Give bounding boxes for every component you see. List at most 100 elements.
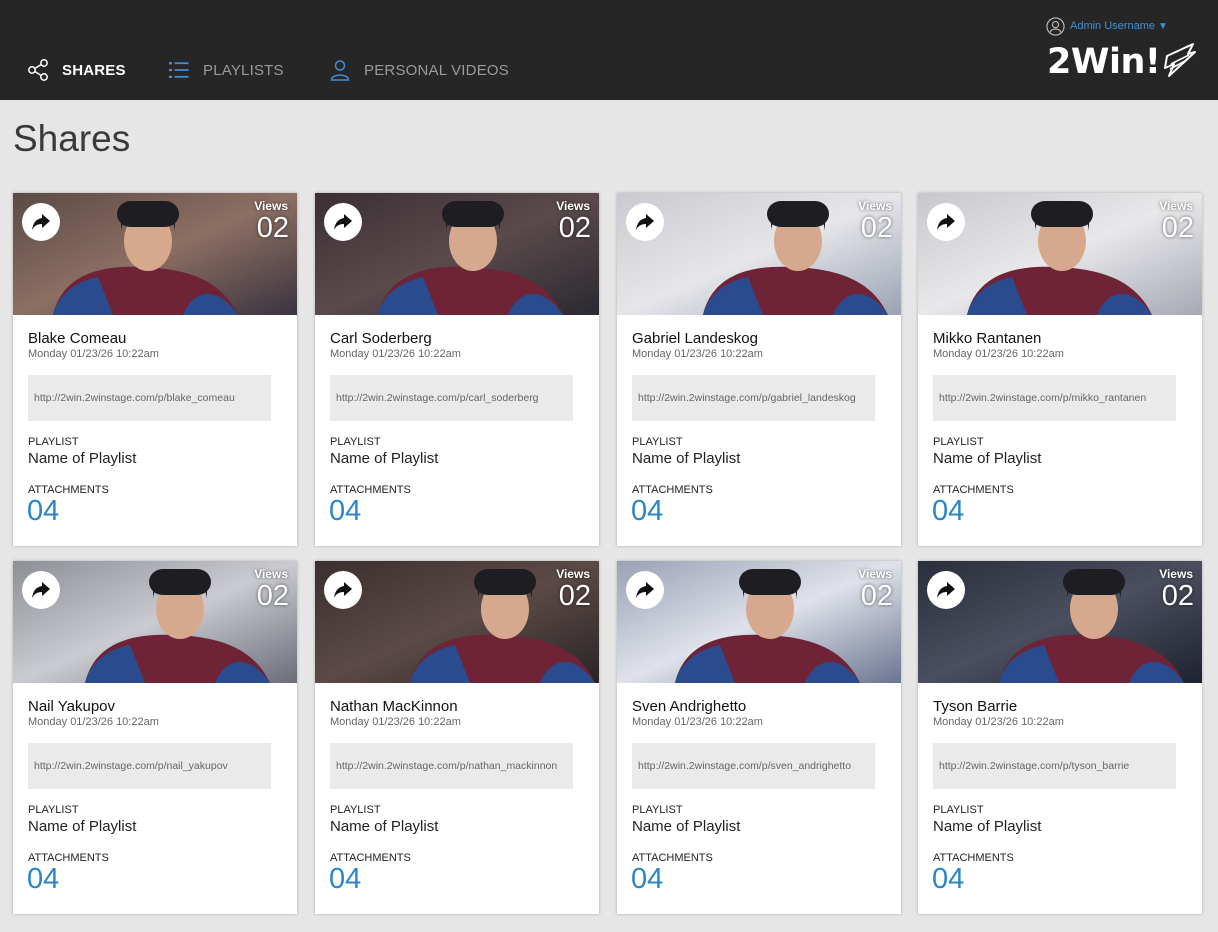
playlist-name[interactable]: Name of Playlist <box>933 450 1041 467</box>
share-url-field[interactable]: http://2win.2winstage.com/p/mikko_rantan… <box>933 375 1176 421</box>
share-arrow-icon <box>334 214 352 230</box>
share-url-field[interactable]: http://2win.2winstage.com/p/blake_comeau <box>28 375 271 421</box>
views-label: Views <box>556 567 590 581</box>
share-arrow-icon <box>937 214 955 230</box>
share-date: Monday 01/23/26 10:22am <box>330 348 461 360</box>
attachments-count[interactable]: 04 <box>27 495 59 528</box>
playlist-label: PLAYLIST <box>330 436 381 448</box>
share-card: Views 02 Mikko Rantanen Monday 01/23/26 … <box>918 193 1202 546</box>
share-button[interactable] <box>626 203 664 241</box>
attachments-count[interactable]: 04 <box>631 495 663 528</box>
nav-personal-videos[interactable]: PERSONAL VIDEOS <box>328 58 509 82</box>
top-navigation-bar: SHARES PLAYLISTS PERSONAL VIDEOS Admin U… <box>0 0 1218 100</box>
views-label: Views <box>858 199 892 213</box>
attachments-count[interactable]: 04 <box>329 863 361 896</box>
share-arrow-icon <box>636 582 654 598</box>
player-name: Nail Yakupov <box>28 698 115 715</box>
share-date: Monday 01/23/26 10:22am <box>933 348 1064 360</box>
user-icon <box>330 60 350 81</box>
views-label: Views <box>858 567 892 581</box>
playlist-name[interactable]: Name of Playlist <box>330 450 438 467</box>
player-name: Mikko Rantanen <box>933 330 1042 347</box>
share-date: Monday 01/23/26 10:22am <box>933 716 1064 728</box>
playlist-label: PLAYLIST <box>28 804 79 816</box>
chevron-down-icon: ▼ <box>1157 20 1168 32</box>
views-count: 02 <box>256 580 289 612</box>
share-url-field[interactable]: http://2win.2winstage.com/p/nathan_macki… <box>330 743 573 789</box>
share-arrow-icon <box>334 582 352 598</box>
nav-playlists-label: PLAYLISTS <box>203 61 284 79</box>
video-thumbnail[interactable]: Views 02 <box>617 561 901 683</box>
share-card: Views 02 Nathan MacKinnon Monday 01/23/2… <box>315 561 599 914</box>
user-menu[interactable]: Admin Username ▼ <box>1046 16 1168 36</box>
playlist-name[interactable]: Name of Playlist <box>933 818 1041 835</box>
playlist-name[interactable]: Name of Playlist <box>632 450 740 467</box>
views-count: 02 <box>256 212 289 244</box>
share-date: Monday 01/23/26 10:22am <box>632 348 763 360</box>
share-card: Views 02 Carl Soderberg Monday 01/23/26 … <box>315 193 599 546</box>
playlist-label: PLAYLIST <box>330 804 381 816</box>
share-icon <box>28 59 48 81</box>
video-thumbnail[interactable]: Views 02 <box>918 561 1202 683</box>
video-thumbnail[interactable]: Views 02 <box>13 193 297 315</box>
share-arrow-icon <box>32 582 50 598</box>
share-button[interactable] <box>324 571 362 609</box>
share-card: Views 02 Blake Comeau Monday 01/23/26 10… <box>13 193 297 546</box>
list-icon <box>169 62 189 78</box>
video-thumbnail[interactable]: Views 02 <box>918 193 1202 315</box>
playlist-label: PLAYLIST <box>632 436 683 448</box>
views-count: 02 <box>558 580 591 612</box>
nav-shares-label: SHARES <box>62 61 126 79</box>
share-button[interactable] <box>22 571 60 609</box>
share-date: Monday 01/23/26 10:22am <box>28 716 159 728</box>
share-button[interactable] <box>626 571 664 609</box>
playlist-label: PLAYLIST <box>28 436 79 448</box>
share-button[interactable] <box>927 571 965 609</box>
views-label: Views <box>556 199 590 213</box>
views-count: 02 <box>860 212 893 244</box>
nav-shares[interactable]: SHARES <box>26 58 126 82</box>
share-url-field[interactable]: http://2win.2winstage.com/p/sven_andrigh… <box>632 743 875 789</box>
attachments-count[interactable]: 04 <box>27 863 59 896</box>
video-thumbnail[interactable]: Views 02 <box>13 561 297 683</box>
lightning-flag-icon <box>1164 43 1197 77</box>
nav-playlists[interactable]: PLAYLISTS <box>167 58 284 82</box>
user-menu-label: Admin Username <box>1070 20 1155 32</box>
attachments-count[interactable]: 04 <box>932 863 964 896</box>
video-thumbnail[interactable]: Views 02 <box>315 193 599 315</box>
share-button[interactable] <box>324 203 362 241</box>
video-thumbnail[interactable]: Views 02 <box>315 561 599 683</box>
share-card: Views 02 Nail Yakupov Monday 01/23/26 10… <box>13 561 297 914</box>
share-url-field[interactable]: http://2win.2winstage.com/p/tyson_barrie <box>933 743 1176 789</box>
player-name: Gabriel Landeskog <box>632 330 758 347</box>
user-circle-icon <box>1046 16 1065 36</box>
share-arrow-icon <box>937 582 955 598</box>
share-date: Monday 01/23/26 10:22am <box>330 716 461 728</box>
share-card: Views 02 Gabriel Landeskog Monday 01/23/… <box>617 193 901 546</box>
share-url-field[interactable]: http://2win.2winstage.com/p/carl_soderbe… <box>330 375 573 421</box>
views-label: Views <box>1159 199 1193 213</box>
playlist-name[interactable]: Name of Playlist <box>330 818 438 835</box>
views-count: 02 <box>860 580 893 612</box>
video-thumbnail[interactable]: Views 02 <box>617 193 901 315</box>
playlist-label: PLAYLIST <box>632 804 683 816</box>
share-arrow-icon <box>636 214 654 230</box>
share-card: Views 02 Tyson Barrie Monday 01/23/26 10… <box>918 561 1202 914</box>
share-arrow-icon <box>32 214 50 230</box>
attachments-count[interactable]: 04 <box>329 495 361 528</box>
playlist-name[interactable]: Name of Playlist <box>632 818 740 835</box>
share-button[interactable] <box>927 203 965 241</box>
page-title: Shares <box>13 118 131 159</box>
attachments-count[interactable]: 04 <box>631 863 663 896</box>
share-url-field[interactable]: http://2win.2winstage.com/p/nail_yakupov <box>28 743 271 789</box>
player-name: Nathan MacKinnon <box>330 698 458 715</box>
attachments-count[interactable]: 04 <box>932 495 964 528</box>
playlist-label: PLAYLIST <box>933 436 984 448</box>
playlist-name[interactable]: Name of Playlist <box>28 450 136 467</box>
player-name: Sven Andrighetto <box>632 698 747 715</box>
player-name: Tyson Barrie <box>933 698 1018 715</box>
playlist-name[interactable]: Name of Playlist <box>28 818 136 835</box>
share-url-field[interactable]: http://2win.2winstage.com/p/gabriel_land… <box>632 375 875 421</box>
share-button[interactable] <box>22 203 60 241</box>
brand-logo[interactable]: 2Win! <box>1047 42 1197 82</box>
